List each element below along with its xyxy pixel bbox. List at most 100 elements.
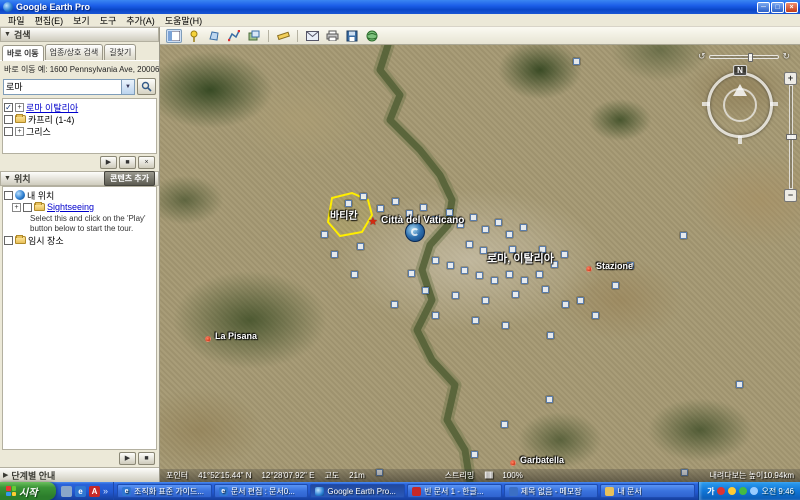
zoom-out-button[interactable]: − bbox=[784, 189, 797, 202]
compass-control[interactable]: N bbox=[707, 72, 773, 138]
print-button[interactable] bbox=[324, 29, 340, 43]
search-result-row[interactable]: + 그리스 bbox=[4, 125, 155, 137]
clear-results-button[interactable]: × bbox=[138, 156, 155, 169]
photo-placemark-icon[interactable] bbox=[357, 243, 364, 250]
maximize-button[interactable]: □ bbox=[771, 2, 784, 13]
add-path-button[interactable] bbox=[226, 29, 242, 43]
zoom-handle[interactable] bbox=[786, 134, 797, 140]
search-input[interactable] bbox=[4, 80, 121, 94]
photo-placemark-icon[interactable] bbox=[476, 272, 483, 279]
photo-placemark-icon[interactable] bbox=[536, 271, 543, 278]
task-button-1[interactable]: e 조직화 표준 가이드... bbox=[117, 484, 212, 498]
save-image-button[interactable] bbox=[344, 29, 360, 43]
photo-placemark-icon[interactable] bbox=[470, 214, 477, 221]
photo-placemark-icon[interactable] bbox=[471, 451, 478, 458]
photo-placemark-icon[interactable] bbox=[577, 297, 584, 304]
sightseeing-row[interactable]: + Sightseeing bbox=[4, 201, 155, 213]
result-checkbox[interactable] bbox=[4, 115, 13, 124]
photo-placemark-icon[interactable] bbox=[495, 219, 502, 226]
layers-panel-header[interactable]: ▶ 단계별 안내 bbox=[0, 467, 159, 482]
photo-placemark-icon[interactable] bbox=[501, 421, 508, 428]
expander-icon[interactable]: + bbox=[12, 203, 21, 212]
task-button-my-documents[interactable]: 내 문서 bbox=[600, 484, 695, 498]
compass-north-label[interactable]: N bbox=[733, 65, 747, 76]
acrobat-icon[interactable]: A bbox=[89, 486, 100, 497]
places-panel-header[interactable]: ▼ 위치 콘텐츠 추가 bbox=[0, 171, 159, 186]
photo-placemark-icon[interactable] bbox=[408, 270, 415, 277]
photo-placemark-icon[interactable] bbox=[680, 232, 687, 239]
task-button-5[interactable]: 제목 없음 - 메모장 bbox=[504, 484, 599, 498]
photo-placemark-icon[interactable] bbox=[592, 312, 599, 319]
photo-placemark-icon[interactable] bbox=[506, 231, 513, 238]
photo-placemark-icon[interactable] bbox=[422, 287, 429, 294]
my-places-label[interactable]: 내 위치 bbox=[27, 189, 54, 202]
places-checkbox[interactable] bbox=[4, 191, 13, 200]
expander-icon[interactable]: + bbox=[15, 103, 24, 112]
photo-placemark-icon[interactable] bbox=[547, 332, 554, 339]
tilt-track[interactable] bbox=[709, 55, 780, 59]
zoom-track[interactable] bbox=[789, 85, 793, 189]
pan-down-tick[interactable] bbox=[738, 136, 742, 144]
photo-placemark-icon[interactable] bbox=[331, 251, 338, 258]
minimize-button[interactable]: ─ bbox=[757, 2, 770, 13]
photo-placemark-icon[interactable] bbox=[420, 204, 427, 211]
photo-placemark-icon[interactable] bbox=[432, 257, 439, 264]
photo-placemark-icon[interactable] bbox=[502, 322, 509, 329]
places-checkbox[interactable] bbox=[4, 236, 13, 245]
pan-left-tick[interactable] bbox=[702, 102, 710, 106]
garbatella-placemark-icon[interactable] bbox=[510, 460, 516, 466]
zoom-slider[interactable]: + − bbox=[784, 72, 797, 202]
task-button-4[interactable]: 빈 문서 1 - 한글... bbox=[407, 484, 502, 498]
photo-placemark-icon[interactable] bbox=[506, 271, 513, 278]
zoom-in-button[interactable]: + bbox=[784, 72, 797, 85]
photo-placemark-icon[interactable] bbox=[447, 262, 454, 269]
result-label[interactable]: 그리스 bbox=[26, 125, 51, 138]
view-in-google-maps-button[interactable] bbox=[364, 29, 380, 43]
tab-find-businesses[interactable]: 업종/상호 검색 bbox=[45, 44, 104, 60]
photo-placemark-icon[interactable] bbox=[480, 247, 487, 254]
stop-tour-button[interactable]: ■ bbox=[119, 156, 136, 169]
menu-tools[interactable]: 도구 bbox=[96, 14, 121, 27]
photo-placemark-icon[interactable] bbox=[736, 381, 743, 388]
start-button[interactable]: 시작 bbox=[0, 482, 56, 500]
map-viewport[interactable]: 바티칸 ★ Città del Vaticano 로마, 이탈리아 Stazio… bbox=[160, 45, 800, 482]
stazione-placemark-icon[interactable] bbox=[586, 266, 592, 272]
photo-placemark-icon[interactable] bbox=[377, 205, 384, 212]
stop-tour-button[interactable]: ■ bbox=[138, 452, 155, 465]
photo-placemark-icon[interactable] bbox=[351, 271, 358, 278]
search-result-row[interactable]: + 로마 이탈리아 bbox=[4, 101, 155, 113]
tab-directions[interactable]: 길찾기 bbox=[104, 44, 136, 60]
photo-placemark-icon[interactable] bbox=[392, 198, 399, 205]
photo-placemark-icon[interactable] bbox=[482, 226, 489, 233]
combo-dropdown-icon[interactable]: ▼ bbox=[121, 80, 134, 94]
email-button[interactable] bbox=[304, 29, 320, 43]
photo-placemark-icon[interactable] bbox=[520, 224, 527, 231]
photo-placemark-icon[interactable] bbox=[542, 286, 549, 293]
task-button-google-earth[interactable]: Google Earth Pro... bbox=[310, 484, 405, 498]
photo-placemark-icon[interactable] bbox=[612, 282, 619, 289]
photo-placemark-icon[interactable] bbox=[432, 312, 439, 319]
photo-placemark-icon[interactable] bbox=[345, 200, 352, 207]
result-checkbox[interactable] bbox=[4, 127, 13, 136]
pan-right-tick[interactable] bbox=[770, 102, 778, 106]
temporary-places-row[interactable]: 임시 장소 bbox=[4, 234, 155, 246]
task-button-2[interactable]: e 문서 편집 : 문서0... bbox=[214, 484, 309, 498]
search-result-row[interactable]: 카프리 (1-4) bbox=[4, 113, 155, 125]
rotate-left-icon[interactable]: ↺ bbox=[698, 51, 706, 62]
ime-indicator[interactable]: 가 bbox=[707, 486, 714, 497]
places-checkbox[interactable] bbox=[23, 203, 32, 212]
pan-up-arrow-icon[interactable] bbox=[733, 84, 747, 96]
menu-add[interactable]: 추가(A) bbox=[122, 14, 159, 27]
play-tour-button[interactable]: ▶ bbox=[100, 156, 117, 169]
search-button[interactable] bbox=[137, 78, 156, 95]
ruler-button[interactable] bbox=[275, 29, 291, 43]
show-desktop-icon[interactable] bbox=[61, 486, 72, 497]
internet-explorer-icon[interactable]: e bbox=[75, 486, 86, 497]
photo-placemark-icon[interactable] bbox=[491, 277, 498, 284]
add-content-button[interactable]: 콘텐츠 추가 bbox=[104, 171, 155, 186]
tray-alert-icon[interactable] bbox=[717, 487, 725, 495]
menu-help[interactable]: 도움말(H) bbox=[161, 14, 206, 27]
search-result-star-icon[interactable]: ★ bbox=[368, 215, 378, 228]
photo-placemark-icon[interactable] bbox=[466, 241, 473, 248]
tray-update-icon[interactable] bbox=[728, 487, 736, 495]
